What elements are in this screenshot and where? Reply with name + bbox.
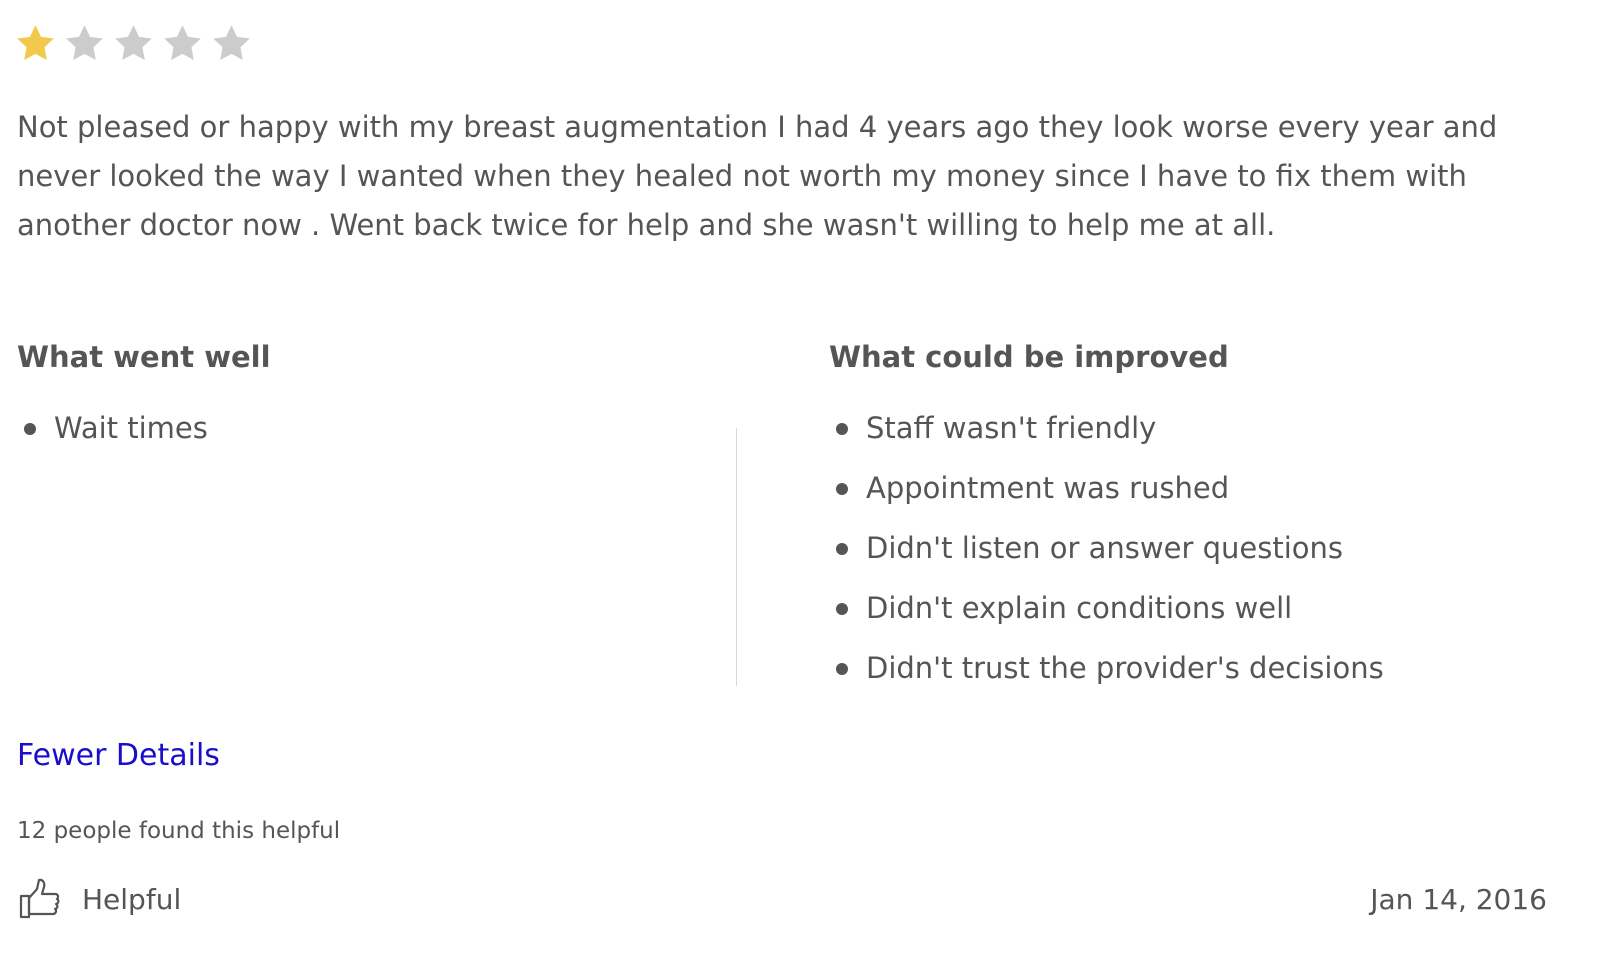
could-improve-item: Didn't explain conditions well <box>832 588 1384 648</box>
could-improve-list: Staff wasn't friendly Appointment was ru… <box>832 408 1384 708</box>
bullet-dot <box>836 483 848 495</box>
column-divider <box>736 428 737 686</box>
bullet-dot <box>836 543 848 555</box>
could-improve-item: Didn't listen or answer questions <box>832 528 1384 588</box>
could-improve-item-label: Didn't trust the provider's decisions <box>866 651 1384 685</box>
star-5-shape <box>213 25 250 60</box>
bullet-dot <box>836 663 848 675</box>
went-well-list: Wait times <box>20 408 208 468</box>
thumb-hand <box>27 878 60 916</box>
star-icon-2 <box>63 22 106 65</box>
review-date: Jan 14, 2016 <box>1370 883 1547 916</box>
star-icon-4 <box>161 22 204 65</box>
star-3-shape <box>115 25 152 60</box>
star-icon-3 <box>112 22 155 65</box>
fewer-details-link[interactable]: Fewer Details <box>17 738 220 773</box>
star-2-shape <box>66 25 103 60</box>
thumbs-up-icon <box>17 876 63 922</box>
helpful-count-text: 12 people found this helpful <box>17 818 341 844</box>
went-well-item: Wait times <box>20 408 208 468</box>
star-1-shape <box>17 25 54 60</box>
could-improve-item-label: Staff wasn't friendly <box>866 411 1157 445</box>
could-improve-item-label: Didn't explain conditions well <box>866 591 1293 625</box>
star-icon-1 <box>14 22 57 65</box>
review-text: Not pleased or happy with my breast augm… <box>17 110 1498 242</box>
could-improve-item-label: Didn't listen or answer questions <box>866 531 1344 565</box>
star-rating <box>14 22 253 65</box>
could-improve-title: What could be improved <box>829 340 1229 374</box>
could-improve-item: Didn't trust the provider's decisions <box>832 648 1384 708</box>
star-4-shape <box>164 25 201 60</box>
could-improve-item: Appointment was rushed <box>832 468 1384 528</box>
bullet-dot <box>24 423 36 435</box>
could-improve-item-label: Appointment was rushed <box>866 471 1230 505</box>
star-icon-5 <box>210 22 253 65</box>
thumb-cuff <box>19 894 31 919</box>
bullet-dot <box>836 423 848 435</box>
bullet-dot <box>836 603 848 615</box>
went-well-title: What went well <box>17 340 271 374</box>
could-improve-item: Staff wasn't friendly <box>832 408 1384 468</box>
helpful-button-label: Helpful <box>82 882 182 916</box>
went-well-item-label: Wait times <box>54 411 208 445</box>
helpful-button[interactable]: Helpful <box>17 876 181 922</box>
